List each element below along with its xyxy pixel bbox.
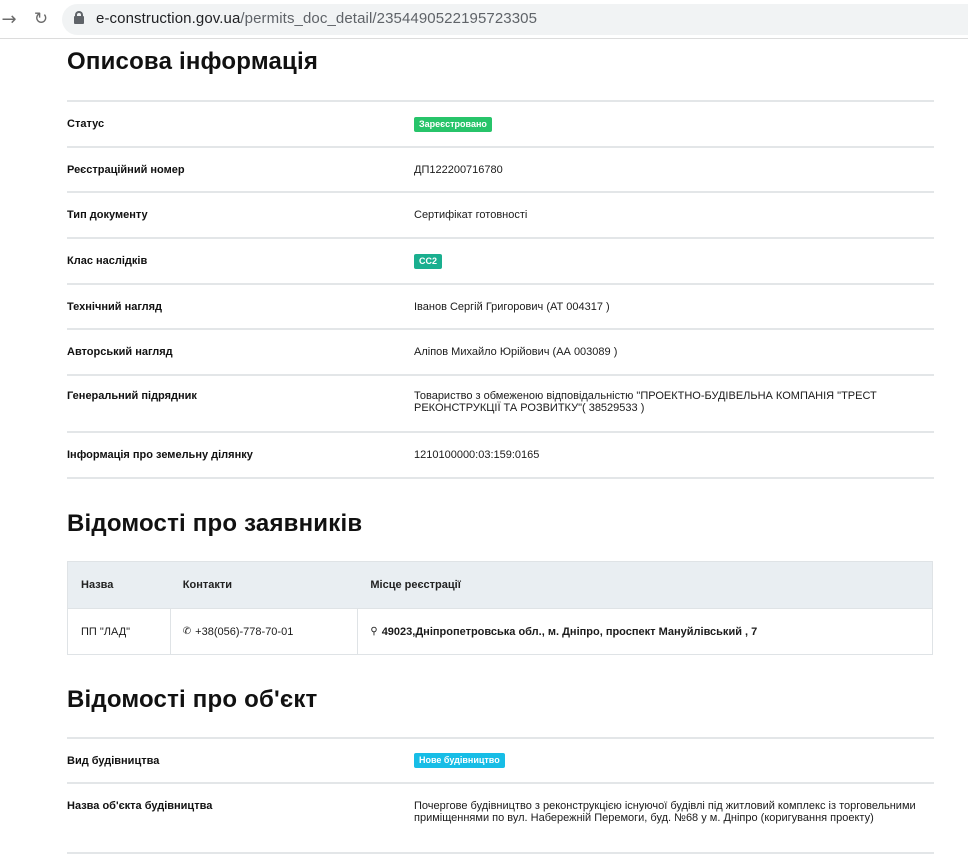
- object-title: Відомості про об'єкт: [67, 686, 318, 713]
- descriptive-info-title: Описова інформація: [67, 48, 319, 75]
- main-content: Описова інформація Статус Зареєстровано …: [67, 39, 934, 854]
- map-marker-icon: ⚲: [370, 626, 378, 637]
- applicant-address-cell: ⚲ 49023,Дніпропетровська обл., м. Дніпро,…: [358, 609, 932, 654]
- status-badge: Зареєстровано: [414, 116, 492, 132]
- technical-supervision-value: Іванов Сергій Григорович (АТ 004317 ): [414, 300, 610, 313]
- technical-supervision-label: Технічний нагляд: [67, 300, 163, 313]
- url-text[interactable]: e-construction.gov.ua/permits_doc_detail…: [96, 10, 537, 27]
- url-host: e-construction.gov.ua: [96, 10, 241, 27]
- info-row-status: Статус Зареєстровано: [67, 102, 934, 148]
- registration-number-value: ДП122200716780: [414, 163, 503, 176]
- applicant-phone: +38(056)-778-70-01: [195, 625, 294, 638]
- general-contractor-value: Товариство з обмеженою відповідальністю …: [414, 390, 877, 414]
- general-contractor-label: Генеральний підрядник: [67, 390, 197, 402]
- applicants-table: Назва Контакти Місце реєстрації ПП "ЛАД"…: [67, 561, 933, 655]
- info-row-consequence-class: Клас наслідків СС2: [67, 239, 934, 285]
- column-registration-header: Місце реєстрації: [370, 579, 461, 591]
- construction-type-label: Вид будівництва: [67, 754, 160, 767]
- object-info-table: Вид будівництва Нове будівництво Назва о…: [67, 737, 934, 854]
- document-type-value: Сертифікат готовності: [414, 209, 528, 221]
- phone-icon: ✆: [182, 626, 192, 637]
- reload-icon[interactable]: ↻: [30, 8, 52, 30]
- browser-toolbar: → ↻ e-construction.gov.ua/permits_doc_de…: [0, 0, 968, 39]
- url-path: /permits_doc_detail/2354490522195723305: [240, 10, 538, 27]
- info-row-construction-type: Вид будівництва Нове будівництво: [67, 739, 934, 784]
- status-label: Статус: [67, 118, 105, 130]
- column-name-header: Назва: [81, 579, 114, 591]
- applicant-phone-cell: ✆ +38(056)-778-70-01: [171, 609, 359, 654]
- applicants-table-header: Назва Контакти Місце реєстрації: [68, 562, 932, 608]
- object-name-label: Назва об'єкта будівництва: [67, 800, 213, 812]
- consequence-class-label: Клас наслідків: [67, 255, 148, 267]
- info-row-land-plot: Інформація про земельну ділянку 12101000…: [67, 433, 934, 479]
- applicant-address: 49023,Дніпропетровська обл., м. Дніпро, …: [381, 625, 758, 638]
- lock-icon[interactable]: [74, 11, 84, 24]
- info-row-object-name: Назва об'єкта будівництва Почергове буді…: [67, 784, 934, 854]
- object-name-value: Почергове будівництво з реконструкцією і…: [414, 800, 916, 824]
- construction-type-badge: Нове будівництво: [414, 753, 505, 768]
- applicants-title: Відомості про заявників: [67, 510, 363, 537]
- registration-number-label: Реєстраційний номер: [67, 163, 185, 176]
- author-supervision-label: Авторський нагляд: [67, 346, 173, 358]
- info-row-general-contractor: Генеральний підрядник Товариство з обмеж…: [67, 376, 934, 433]
- info-row-technical-supervision: Технічний нагляд Іванов Сергій Григорови…: [67, 285, 934, 330]
- info-row-document-type: Тип документу Сертифікат готовності: [67, 193, 934, 239]
- table-row: ПП "ЛАД" ✆ +38(056)-778-70-01 ⚲ 49023,Дніп…: [68, 608, 932, 654]
- consequence-class-badge: СС2: [414, 253, 443, 269]
- land-plot-label: Інформація про земельну ділянку: [67, 449, 253, 461]
- info-row-registration-number: Реєстраційний номер ДП122200716780: [67, 148, 934, 193]
- descriptive-info-table: Статус Зареєстровано Реєстраційний номер…: [67, 100, 934, 479]
- land-plot-value: 1210100000:03:159:0165: [414, 449, 540, 461]
- author-supervision-value: Аліпов Михайло Юрійович (АА 003089 ): [414, 346, 618, 358]
- column-contacts-header: Контакти: [182, 579, 233, 591]
- applicant-name: ПП "ЛАД": [68, 609, 171, 654]
- forward-arrow-icon[interactable]: →: [0, 8, 20, 30]
- document-type-label: Тип документу: [67, 209, 148, 221]
- info-row-author-supervision: Авторський нагляд Аліпов Михайло Юрійови…: [67, 330, 934, 376]
